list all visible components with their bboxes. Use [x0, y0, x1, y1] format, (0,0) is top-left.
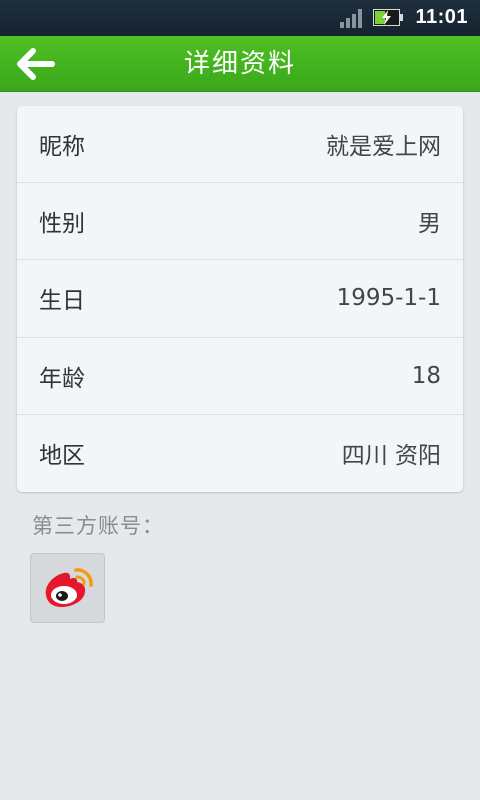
title-bar: 详细资料 [0, 36, 480, 92]
row-label: 地区 [39, 443, 85, 470]
row-value: 1995-1-1 [336, 285, 441, 312]
row-label: 生日 [39, 288, 85, 315]
row-label: 年龄 [39, 365, 85, 392]
row-value: 18 [411, 362, 441, 389]
profile-row-age: 年龄 18 [17, 338, 463, 415]
profile-row-nickname: 昵称 就是爱上网 [17, 106, 463, 184]
row-value: 就是爱上网 [326, 134, 441, 161]
signal-icon [340, 9, 362, 28]
profile-row-gender: 性别 男 [17, 183, 463, 261]
profile-card: 昵称 就是爱上网 性别 男 生日 1995-1-1 年龄 18 地区 四川 资阳 [17, 106, 463, 492]
status-time: 11:01 [415, 6, 468, 28]
page-title: 详细资料 [183, 49, 296, 79]
third-party-label: 第三方账号： [32, 514, 164, 538]
profile-row-region: 地区 四川 资阳 [17, 415, 463, 492]
weibo-icon [45, 568, 93, 607]
battery-charging-icon [373, 9, 403, 26]
status-bar: 11:01 [0, 0, 480, 36]
row-label: 昵称 [39, 134, 85, 161]
row-value: 四川 资阳 [341, 443, 441, 470]
weibo-account-button[interactable] [30, 553, 105, 623]
profile-row-birthday: 生日 1995-1-1 [17, 260, 463, 338]
row-label: 性别 [39, 211, 85, 238]
row-value: 男 [418, 211, 441, 238]
